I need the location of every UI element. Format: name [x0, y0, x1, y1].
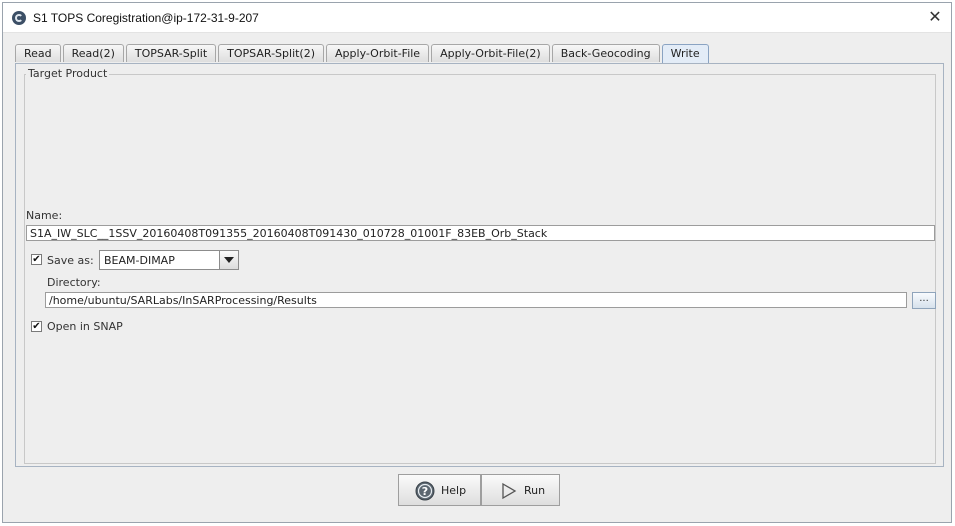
close-button[interactable]: ✕: [925, 7, 945, 27]
tab-topsar-split-2[interactable]: TOPSAR-Split(2): [218, 44, 325, 62]
tab-read[interactable]: Read: [15, 44, 61, 62]
directory-field[interactable]: [45, 292, 907, 308]
save-as-label: Save as:: [47, 254, 94, 267]
tab-apply-orbit-file-2[interactable]: Apply-Orbit-File(2): [431, 44, 550, 62]
chevron-down-icon[interactable]: [219, 251, 238, 269]
help-icon: ?: [415, 481, 435, 504]
window-title: S1 TOPS Coregistration@ip-172-31-9-207: [33, 11, 259, 25]
target-product-group: Target Product Name: ✔ Save as: BEAM-DIM…: [24, 67, 936, 464]
help-button[interactable]: ? Help: [398, 474, 481, 506]
name-label: Name:: [26, 209, 63, 222]
write-tab-panel: Target Product Name: ✔ Save as: BEAM-DIM…: [15, 63, 944, 467]
tab-topsar-split[interactable]: TOPSAR-Split: [125, 44, 217, 62]
run-button-label: Run: [524, 484, 546, 497]
tab-back-geocoding[interactable]: Back-Geocoding: [551, 44, 660, 62]
save-format-combo[interactable]: BEAM-DIMAP: [99, 250, 239, 270]
browse-directory-button[interactable]: ...: [912, 292, 936, 309]
snap-app-icon: [12, 11, 26, 25]
save-as-checkbox[interactable]: ✔: [31, 254, 42, 265]
open-in-snap-label: Open in SNAP: [47, 320, 123, 333]
open-in-snap-checkbox[interactable]: ✔: [31, 321, 42, 332]
run-button[interactable]: Run: [481, 474, 560, 506]
play-icon: [500, 481, 518, 504]
help-button-label: Help: [441, 484, 467, 497]
dialog-window: S1 TOPS Coregistration@ip-172-31-9-207 ✕…: [2, 2, 952, 523]
tab-apply-orbit-file[interactable]: Apply-Orbit-File: [326, 44, 430, 62]
target-product-title: Target Product: [26, 67, 110, 80]
tab-strip: Read Read(2) TOPSAR-Split TOPSAR-Split(2…: [15, 44, 711, 63]
name-field[interactable]: [26, 225, 935, 241]
directory-label: Directory:: [47, 276, 101, 289]
tab-write[interactable]: Write: [661, 44, 709, 63]
svg-text:?: ?: [422, 485, 428, 498]
title-bar: S1 TOPS Coregistration@ip-172-31-9-207 ✕: [3, 3, 951, 33]
tab-read-2[interactable]: Read(2): [62, 44, 124, 62]
save-format-value: BEAM-DIMAP: [104, 254, 175, 267]
